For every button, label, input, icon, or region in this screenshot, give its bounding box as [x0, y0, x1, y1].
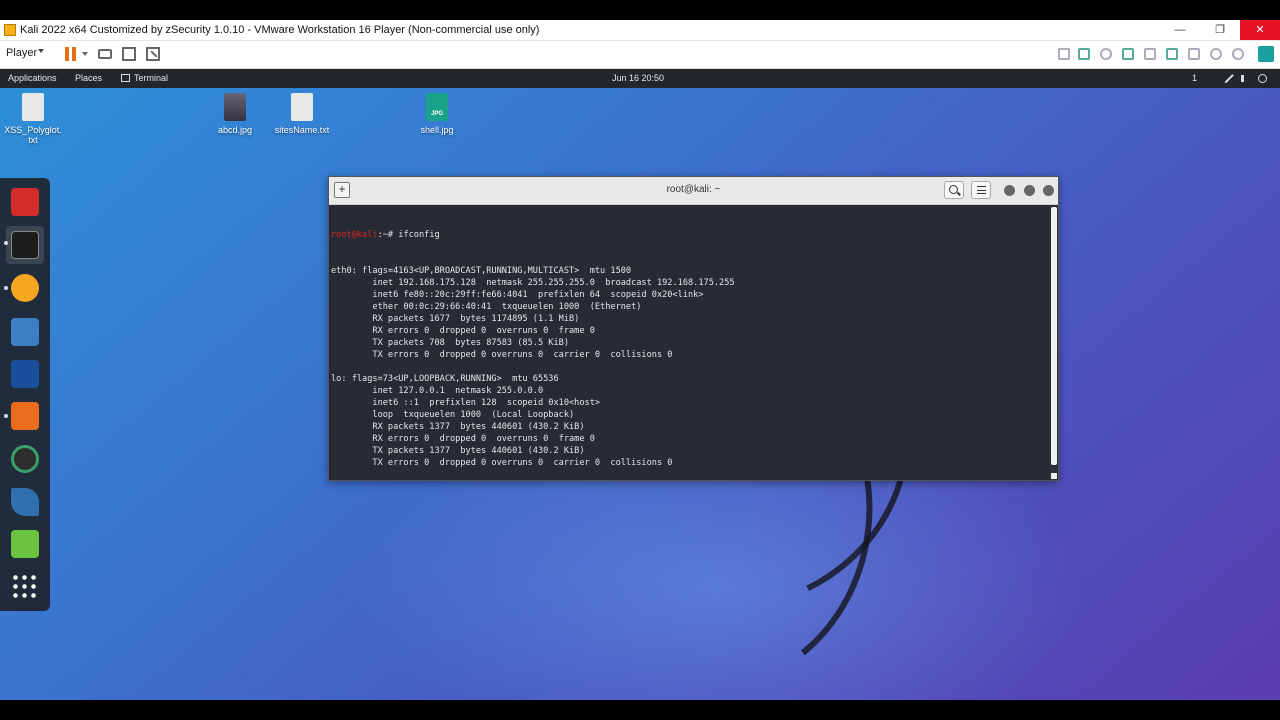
- desktop-icon-sitesname[interactable]: sitesName.txt: [267, 93, 337, 135]
- output-line: loop txqueuelen 1000 (Local Loopback): [331, 410, 575, 420]
- desktop-icon-label: XSS_Polyglot. txt: [4, 125, 62, 145]
- chevron-down-icon[interactable]: [38, 49, 44, 53]
- output-line: RX packets 1677 bytes 1174895 (1.1 MiB): [331, 314, 580, 324]
- scrollbar-thumb[interactable]: [1051, 207, 1057, 465]
- text-editor-icon[interactable]: [11, 530, 39, 558]
- maximize-window-button[interactable]: [1024, 185, 1035, 196]
- restore-button[interactable]: ❐: [1198, 20, 1242, 40]
- hamburger-menu-button[interactable]: [971, 181, 991, 199]
- clock[interactable]: Jun 16 20:50: [612, 69, 664, 88]
- terminal-app-menu[interactable]: Terminal: [121, 69, 168, 88]
- output-line: TX packets 1377 bytes 440601 (430.2 KiB): [331, 446, 585, 456]
- network-adapter-icon[interactable]: [1122, 48, 1134, 60]
- firefox-icon[interactable]: [11, 274, 39, 302]
- letterbox-bottom: [0, 700, 1280, 720]
- output-line: inet 127.0.0.1 netmask 255.0.0.0: [331, 386, 544, 396]
- text-file-icon: [22, 93, 44, 121]
- terminal-icon[interactable]: [11, 231, 39, 259]
- message-log-icon[interactable]: [1258, 46, 1274, 62]
- terminal-icon: [121, 74, 130, 82]
- command-text: ifconfig: [398, 230, 440, 240]
- workspace-indicator[interactable]: 1: [1192, 69, 1197, 88]
- power-icon[interactable]: [1258, 74, 1267, 83]
- metasploit-icon[interactable]: [11, 360, 39, 388]
- chevron-down-icon[interactable]: [82, 52, 88, 56]
- volume-icon[interactable]: [1241, 75, 1250, 82]
- kali-top-panel: Applications Places Terminal Jun 16 20:5…: [0, 69, 1280, 88]
- output-line: ether 00:0c:29:66:40:41 txqueuelen 1000 …: [331, 302, 642, 312]
- output-line: RX errors 0 dropped 0 overruns 0 frame 0: [331, 326, 595, 336]
- pause-icon[interactable]: [64, 47, 78, 61]
- minimize-window-button[interactable]: [1004, 185, 1015, 196]
- fullscreen-icon[interactable]: [122, 47, 136, 61]
- desktop-icon-shell[interactable]: JPG shell.jpg: [402, 93, 472, 135]
- terminal-header[interactable]: + root@kali: ~: [329, 177, 1058, 205]
- output-line: TX errors 0 dropped 0 overruns 0 carrier…: [331, 458, 673, 468]
- vmware-titlebar: Kali 2022 x64 Customized by zSecurity 1.…: [0, 20, 1280, 41]
- sound-card-icon[interactable]: [1166, 48, 1178, 60]
- pen-icon[interactable]: [1223, 72, 1234, 84]
- prompt-separator: :~#: [377, 230, 399, 240]
- app-grid-icon[interactable]: [11, 573, 39, 601]
- jpg-badge: JPG: [430, 111, 443, 117]
- desktop-icon-label: shell.jpg: [420, 125, 454, 135]
- vmware-logo-icon: [4, 24, 16, 36]
- kali-dragon-icon[interactable]: [11, 488, 39, 516]
- terminal-scrollbar[interactable]: [1050, 205, 1058, 480]
- desktop-icon-label: sitesName.txt: [274, 125, 330, 135]
- hard-disk-icon[interactable]: [1078, 48, 1090, 60]
- terminal-window[interactable]: + root@kali: ~ root@kali:~# ifconfig eth…: [328, 176, 1059, 481]
- jpg-file-icon: JPG: [426, 93, 448, 121]
- search-button[interactable]: [944, 181, 964, 199]
- desktop-icon-abcd[interactable]: abcd.jpg: [200, 93, 270, 135]
- dock: [0, 178, 50, 611]
- close-window-button[interactable]: [1043, 185, 1054, 196]
- terminal-app-label: Terminal: [134, 73, 169, 83]
- files-icon[interactable]: [11, 318, 39, 346]
- output-line: RX packets 1377 bytes 440601 (430.2 KiB): [331, 422, 585, 432]
- output-line: eth0: flags=4163<UP,BROADCAST,RUNNING,MU…: [331, 266, 632, 276]
- minimize-button[interactable]: —: [1158, 20, 1202, 40]
- unity-icon[interactable]: [146, 47, 160, 61]
- image-file-icon: [224, 93, 246, 121]
- desktop-icon-label: abcd.jpg: [217, 125, 253, 135]
- places-menu[interactable]: Places: [75, 69, 102, 88]
- output-line: inet6 fe80::20c:29ff:fe66:4041 prefixlen…: [331, 290, 704, 300]
- burpsuite-icon[interactable]: [11, 402, 39, 430]
- running-indicator: [4, 414, 8, 418]
- output-line: lo: flags=73<UP,LOOPBACK,RUNNING> mtu 65…: [331, 374, 559, 384]
- prompt-user: root@kali: [331, 230, 378, 240]
- running-indicator: [4, 241, 8, 245]
- output-line: RX errors 0 dropped 0 overruns 0 frame 0: [331, 434, 595, 444]
- terminal-red-icon[interactable]: [11, 188, 39, 216]
- output-line: inet 192.168.175.128 netmask 255.255.255…: [331, 278, 735, 288]
- close-button[interactable]: ✕: [1240, 20, 1280, 40]
- maltego-icon[interactable]: [11, 445, 39, 473]
- bluetooth-icon[interactable]: [1232, 48, 1244, 60]
- cd-drive-icon[interactable]: [1100, 48, 1112, 60]
- usb-icon[interactable]: [1188, 48, 1200, 60]
- printer-icon[interactable]: [1144, 48, 1156, 60]
- window-title: Kali 2022 x64 Customized by zSecurity 1.…: [20, 24, 540, 36]
- vmware-toolbar: Player: [0, 41, 1280, 69]
- output-line: TX packets 708 bytes 87583 (85.5 KiB): [331, 338, 569, 348]
- terminal-output[interactable]: root@kali:~# ifconfig eth0: flags=4163<U…: [329, 205, 1049, 480]
- text-file-icon: [291, 93, 313, 121]
- scrollbar-end: [1051, 473, 1057, 479]
- letterbox-top: [0, 0, 1280, 20]
- applications-menu[interactable]: Applications: [8, 69, 57, 88]
- player-menu-button[interactable]: Player: [6, 47, 37, 59]
- forward-icon[interactable]: [1058, 48, 1070, 60]
- command-line: root@kali:~# ifconfig: [331, 229, 1047, 241]
- camera-icon[interactable]: [1210, 48, 1222, 60]
- output-line: TX errors 0 dropped 0 overruns 0 carrier…: [331, 350, 673, 360]
- running-indicator: [4, 286, 8, 290]
- send-ctrl-alt-del-icon[interactable]: [98, 49, 112, 59]
- desktop-icon-xss-polyglot[interactable]: XSS_Polyglot. txt: [0, 93, 68, 145]
- output-line: inet6 ::1 prefixlen 128 scopeid 0x10<hos…: [331, 398, 601, 408]
